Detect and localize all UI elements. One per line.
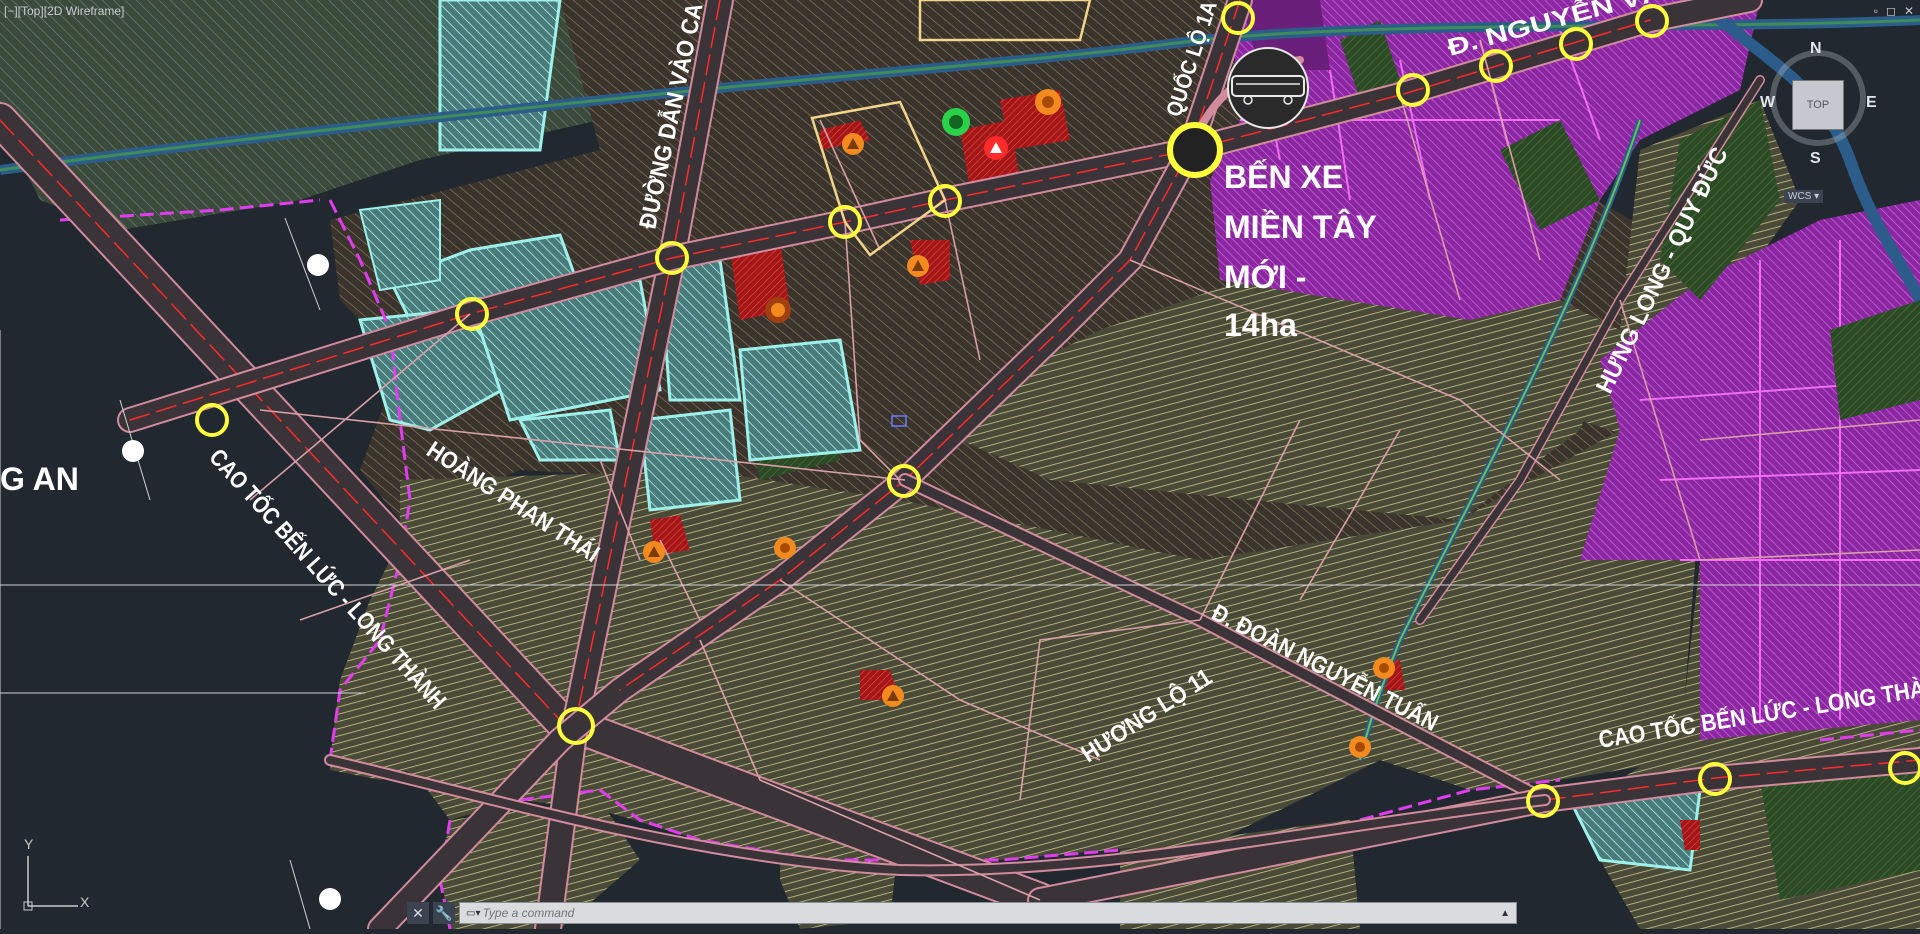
command-close-icon[interactable]: ✕ bbox=[407, 902, 429, 924]
command-prompt-icon[interactable]: ▭▾ bbox=[466, 908, 480, 919]
maximize-icon[interactable]: ◻ bbox=[1886, 4, 1896, 18]
district-label: G AN bbox=[0, 461, 79, 497]
viewport-window-controls: ▫ ◻ ✕ bbox=[1874, 4, 1914, 18]
command-customize-icon[interactable]: 🔧 bbox=[433, 902, 455, 924]
ucs-y-label: Y bbox=[24, 836, 34, 852]
command-input[interactable] bbox=[480, 905, 1501, 921]
command-input-container[interactable]: ▭▾ ▲ bbox=[459, 902, 1517, 924]
viewport-controls-label[interactable]: [−][Top][2D Wireframe] bbox=[4, 4, 124, 18]
station-label-line2: MIỀN TÂY bbox=[1224, 209, 1377, 245]
ucs-x-label: X bbox=[80, 894, 90, 910]
compass-west[interactable]: W bbox=[1760, 94, 1775, 112]
station-label-line1: BẾN XE bbox=[1224, 159, 1343, 195]
command-history-icon[interactable]: ▲ bbox=[1500, 908, 1510, 919]
viewcube[interactable]: N E S W TOP WCS ▾ bbox=[1760, 40, 1900, 210]
minimize-icon[interactable]: ▫ bbox=[1874, 4, 1878, 18]
close-icon[interactable]: ✕ bbox=[1904, 4, 1914, 18]
station-label-line3: MỚI - bbox=[1224, 259, 1306, 295]
command-line: ✕ 🔧 ▭▾ ▲ bbox=[407, 901, 1517, 925]
compass-south[interactable]: S bbox=[1810, 150, 1821, 168]
compass-north[interactable]: N bbox=[1810, 40, 1822, 58]
station-label-line4: 14ha bbox=[1224, 307, 1297, 343]
ucs-icon: Y X bbox=[18, 836, 98, 916]
compass-east[interactable]: E bbox=[1866, 94, 1877, 112]
bus-station-icon bbox=[1227, 47, 1309, 129]
drawing-canvas[interactable]: ĐƯỜNG DẪN VÀO CA QUỐC LỘ 1A Đ. NGUYỄN VĂ… bbox=[0, 0, 1920, 934]
drawing-viewport[interactable]: ĐƯỜNG DẪN VÀO CA QUỐC LỘ 1A Đ. NGUYỄN VĂ… bbox=[0, 0, 1920, 934]
viewcube-top-face[interactable]: TOP bbox=[1792, 80, 1844, 130]
wcs-menu[interactable]: WCS ▾ bbox=[1784, 190, 1824, 203]
